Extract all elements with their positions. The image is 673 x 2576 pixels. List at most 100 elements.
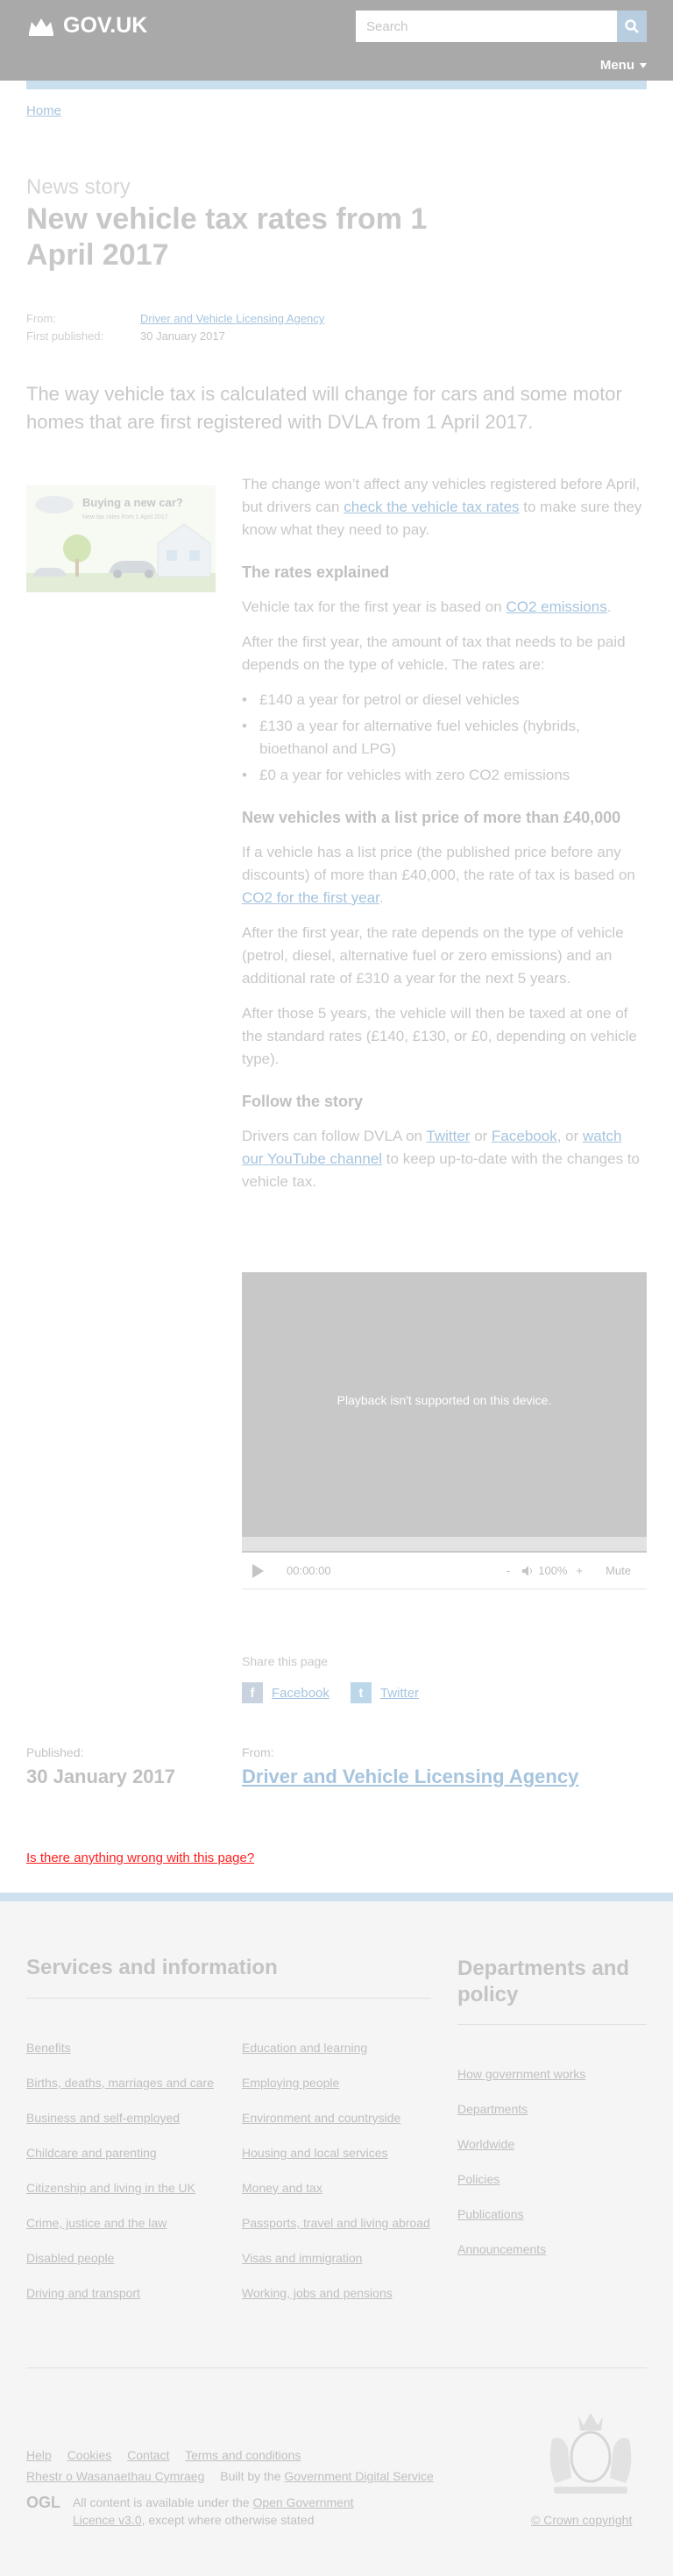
footer-cookies-link[interactable]: Cookies bbox=[67, 2448, 112, 2462]
article-body: The change won’t affect any vehicles reg… bbox=[242, 473, 647, 1206]
footer-welsh-link[interactable]: Rhestr o Wasanaethau Cymraeg bbox=[26, 2469, 204, 2483]
co2-emissions-link[interactable]: CO2 emissions bbox=[506, 598, 606, 615]
site-header: GOV.UK Search Menu bbox=[0, 0, 673, 81]
departments-column: How government works Departments Worldwi… bbox=[457, 2066, 589, 2276]
services-heading: Services and information bbox=[26, 1956, 278, 1979]
paragraph-additional-rate: After the first year, the rate depends o… bbox=[242, 924, 624, 987]
built-by-text: Built by the bbox=[220, 2469, 285, 2483]
crown-logo-icon bbox=[29, 18, 53, 36]
rates-list: £140 a year for petrol or diesel vehicle… bbox=[242, 689, 647, 787]
from-org-link-bottom[interactable]: Driver and Vehicle Licensing Agency bbox=[242, 1766, 578, 1788]
twitter-link[interactable]: Twitter bbox=[426, 1128, 470, 1144]
footer-link-announcements[interactable]: Announcements bbox=[457, 2242, 546, 2256]
menu-button[interactable]: Menu bbox=[600, 58, 647, 73]
report-problem-link[interactable]: Is there anything wrong with this page? bbox=[26, 1851, 254, 1865]
video-player[interactable]: Playback isn't supported on this device. bbox=[242, 1272, 647, 1553]
departments-heading: Departments and policy bbox=[457, 1957, 630, 2006]
lead-paragraph: The way vehicle tax is calculated will c… bbox=[26, 383, 622, 433]
co2-first-year-link[interactable]: CO2 for the first year bbox=[242, 889, 379, 906]
services-column-2: Education and learning Employing people … bbox=[242, 2040, 435, 2320]
from-org-link[interactable]: Driver and Vehicle Licensing Agency bbox=[140, 310, 324, 328]
footer-link-how-government-works[interactable]: How government works bbox=[457, 2067, 585, 2081]
divider bbox=[26, 2367, 647, 2368]
footer-help-link[interactable]: Help bbox=[26, 2448, 52, 2462]
footer-link-policies[interactable]: Policies bbox=[457, 2172, 499, 2186]
footer-link-citizenship[interactable]: Citizenship and living in the UK bbox=[26, 2181, 195, 2195]
search-input[interactable]: Search bbox=[356, 11, 617, 42]
volume-down-button[interactable]: - bbox=[507, 1564, 510, 1577]
share-twitter-link[interactable]: Twitter bbox=[380, 1686, 419, 1701]
footer-link-worldwide[interactable]: Worldwide bbox=[457, 2137, 514, 2151]
share-links: f Facebook t Twitter bbox=[242, 1682, 419, 1703]
paragraph-follow: Drivers can follow DVLA on Twitter or Fa… bbox=[242, 1128, 640, 1190]
page-title: New vehicle tax rates from 1 April 2017 bbox=[26, 202, 428, 272]
paragraph-list-price: If a vehicle has a list price (the publi… bbox=[242, 844, 635, 906]
search-icon bbox=[625, 19, 639, 33]
crown-copyright-link[interactable]: © Crown copyright bbox=[531, 2513, 632, 2527]
footer-link-childcare[interactable]: Childcare and parenting bbox=[26, 2146, 157, 2160]
licence-text: All content is available under the bbox=[73, 2495, 253, 2509]
volume-up-button[interactable]: + bbox=[577, 1564, 584, 1577]
govuk-logo-link[interactable]: GOV.UK bbox=[26, 11, 147, 40]
footer-link-visas[interactable]: Visas and immigration bbox=[242, 2251, 362, 2265]
video-time: 00:00:00 bbox=[287, 1564, 331, 1577]
video-controls: 00:00:00 - 100% + Mute bbox=[242, 1553, 647, 1589]
footer-link-births-deaths[interactable]: Births, deaths, marriages and care bbox=[26, 2076, 214, 2090]
first-published-label: First published: bbox=[26, 329, 104, 343]
heading-list-price: New vehicles with a list price of more t… bbox=[242, 809, 621, 826]
footer-link-departments[interactable]: Departments bbox=[457, 2102, 528, 2116]
footer-terms-link[interactable]: Terms and conditions bbox=[185, 2448, 301, 2462]
share-facebook-link[interactable]: Facebook bbox=[272, 1686, 329, 1701]
footer-contact-link[interactable]: Contact bbox=[127, 2448, 169, 2462]
paragraph-after-first-year: After the first year, the amount of tax … bbox=[242, 633, 626, 673]
footer-link-working[interactable]: Working, jobs and pensions bbox=[242, 2286, 393, 2300]
list-item: £0 a year for vehicles with zero CO2 emi… bbox=[242, 764, 647, 787]
footer-link-business[interactable]: Business and self-employed bbox=[26, 2111, 180, 2125]
share-label: Share this page bbox=[242, 1654, 329, 1668]
play-icon[interactable] bbox=[252, 1563, 264, 1578]
volume-level: 100% bbox=[538, 1564, 568, 1577]
video-progress-bar[interactable] bbox=[242, 1537, 647, 1551]
facebook-link[interactable]: Facebook bbox=[492, 1128, 557, 1144]
footer-link-passports[interactable]: Passports, travel and living abroad bbox=[242, 2216, 430, 2230]
mute-button[interactable]: Mute bbox=[606, 1564, 631, 1577]
divider bbox=[457, 2024, 647, 2025]
footer-link-environment[interactable]: Environment and countryside bbox=[242, 2111, 400, 2125]
search-button[interactable] bbox=[617, 11, 647, 42]
video-unsupported-message: Playback isn't supported on this device. bbox=[336, 1393, 552, 1407]
ogl-logo: OGL bbox=[26, 2494, 60, 2511]
footer-link-housing[interactable]: Housing and local services bbox=[242, 2146, 388, 2160]
from-label-bottom: From: bbox=[242, 1745, 274, 1759]
footer-link-money[interactable]: Money and tax bbox=[242, 2181, 322, 2195]
paragraph-first-year: Vehicle tax for the first year is based … bbox=[242, 598, 612, 615]
illustration-subheading: New tax rates from 1 April 2017 bbox=[82, 514, 168, 520]
header-accent-bar bbox=[26, 81, 647, 89]
royal-crest-icon bbox=[549, 2413, 632, 2494]
footer-link-employing[interactable]: Employing people bbox=[242, 2076, 339, 2090]
footer-link-benefits[interactable]: Benefits bbox=[26, 2041, 71, 2055]
footer-link-education[interactable]: Education and learning bbox=[242, 2041, 367, 2055]
footer-link-publications[interactable]: Publications bbox=[457, 2207, 524, 2221]
published-label: Published: bbox=[26, 1745, 84, 1759]
buying-a-new-car-illustration: Buying a new car? New tax rates from 1 A… bbox=[26, 485, 216, 592]
footer-meta-links: Help Cookies Contact Terms and condition… bbox=[26, 2445, 446, 2487]
breadcrumb-home[interactable]: Home bbox=[26, 103, 61, 118]
footer-gds-link[interactable]: Government Digital Service bbox=[284, 2469, 433, 2483]
metadata: From: Driver and Vehicle Licensing Agenc… bbox=[26, 310, 324, 345]
list-item: £140 a year for petrol or diesel vehicle… bbox=[242, 689, 647, 711]
volume-icon bbox=[522, 1565, 533, 1576]
divider bbox=[26, 1998, 431, 1999]
services-column-1: Benefits Births, deaths, marriages and c… bbox=[26, 2040, 219, 2320]
content-type-label: News story bbox=[26, 175, 131, 199]
facebook-icon: f bbox=[242, 1682, 263, 1703]
footer-link-disabled[interactable]: Disabled people bbox=[26, 2251, 114, 2265]
twitter-icon: t bbox=[350, 1682, 372, 1703]
licence-notice: OGL All content is available under the O… bbox=[26, 2494, 371, 2529]
paragraph-change: The change won’t affect any vehicles reg… bbox=[242, 476, 642, 538]
heading-rates-explained: The rates explained bbox=[242, 563, 390, 581]
footer-link-driving[interactable]: Driving and transport bbox=[26, 2286, 140, 2300]
footer-link-crime[interactable]: Crime, justice and the law bbox=[26, 2216, 166, 2230]
logo-text: GOV.UK bbox=[63, 12, 148, 38]
heading-follow-story: Follow the story bbox=[242, 1093, 364, 1110]
check-rates-link[interactable]: check the vehicle tax rates bbox=[344, 499, 519, 515]
